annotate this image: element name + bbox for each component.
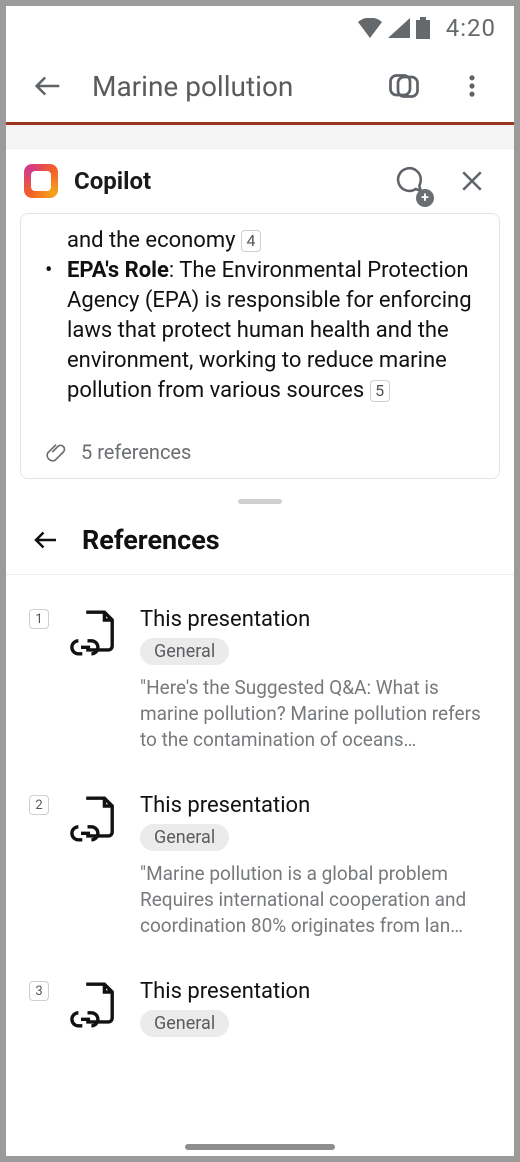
reference-title: This presentation [140,979,494,1004]
more-button[interactable] [448,62,496,110]
reference-excerpt: "Marine pollution is a global problem Re… [140,861,494,939]
copilot-response-body: and the economy 4 EPA's Role: The Enviro… [21,226,499,406]
reference-title: This presentation [140,607,494,632]
references-back-button[interactable] [26,520,66,560]
copilot-app-icon [386,68,422,104]
references-header: References [6,510,514,575]
new-chat-button[interactable]: + [384,157,432,205]
truncated-previous-line: and the economy 4 [45,226,475,256]
reference-excerpt: "Here's the Suggested Q&A: What is marin… [140,675,494,753]
sheet-handle-icon [238,499,282,504]
app-frame: 4:20 Marine pollution Copilot + [0,0,520,1162]
cell-signal-icon [388,18,410,38]
close-copilot-button[interactable] [448,157,496,205]
arrow-left-icon [31,525,61,555]
home-indicator[interactable] [185,1144,335,1150]
reference-item[interactable]: 1 This presentation General "Here's the … [6,591,514,777]
document-link-icon [68,793,124,939]
page-title: Marine pollution [92,70,360,103]
references-summary[interactable]: 5 references [21,406,499,464]
references-count: 5 references [81,440,191,464]
back-button[interactable] [24,62,72,110]
copilot-app-button[interactable] [380,62,428,110]
citation-badge[interactable]: 4 [241,230,261,252]
copilot-title: Copilot [74,167,368,195]
copilot-header: Copilot + [6,149,514,213]
app-bar: Marine pollution [6,50,514,122]
references-list: 1 This presentation General "Here's the … [6,575,514,1156]
reference-number: 3 [29,981,49,1001]
document-link-icon [68,607,124,753]
wifi-icon [358,18,382,38]
attachment-icon [45,441,67,463]
battery-icon [416,17,430,39]
copilot-response-card: and the economy 4 EPA's Role: The Enviro… [20,213,500,479]
reference-tag: General [140,638,229,665]
copilot-logo-icon [24,164,58,198]
status-icons [358,17,430,39]
sheet-handle-area[interactable] [6,483,514,510]
plus-badge-icon: + [416,189,434,207]
reference-tag: General [140,824,229,851]
response-bullet-label: EPA's Role [67,258,169,283]
reference-number: 2 [29,795,49,815]
citation-badge[interactable]: 5 [370,380,390,402]
reference-tag: General [140,1010,229,1037]
more-vertical-icon [458,72,486,100]
close-icon [457,166,487,196]
document-link-icon [68,979,124,1037]
reference-title: This presentation [140,793,494,818]
copilot-response-area: and the economy 4 EPA's Role: The Enviro… [6,213,514,483]
status-time: 4:20 [446,14,496,42]
reference-number: 1 [29,609,49,629]
references-title: References [82,524,220,556]
reference-item[interactable]: 3 This presentation General [6,963,514,1061]
status-bar: 4:20 [6,6,514,50]
arrow-left-icon [31,69,65,103]
response-bullet: EPA's Role: The Environmental Protection… [45,256,475,406]
reference-item[interactable]: 2 This presentation General "Marine poll… [6,777,514,963]
spacer [6,125,514,149]
